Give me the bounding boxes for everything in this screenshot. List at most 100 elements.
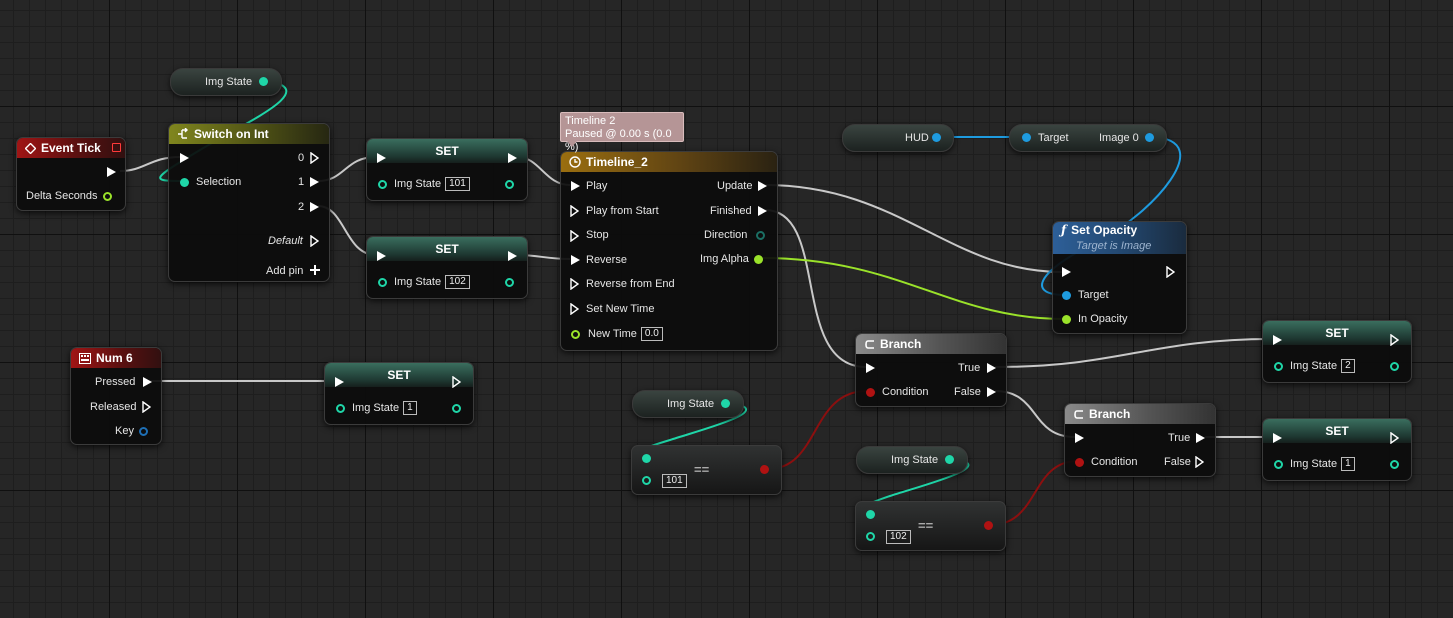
set-value-row: Img State 1 xyxy=(1290,456,1355,472)
int-output-pin[interactable] xyxy=(721,399,730,408)
exec-output-pin[interactable] xyxy=(107,167,116,177)
int-output-pin[interactable] xyxy=(452,404,461,413)
int-value-field[interactable]: 1 xyxy=(1341,457,1355,472)
timeline-node[interactable]: Timeline_2 Play Play from Start Stop Rev… xyxy=(560,151,778,351)
exec-input-pin[interactable] xyxy=(335,377,344,387)
node-title: Num 6 xyxy=(96,351,133,365)
int-input-pin[interactable] xyxy=(1274,362,1283,371)
int-output-pin[interactable] xyxy=(259,77,268,86)
exec-output-pin[interactable] xyxy=(508,251,517,261)
int-value-field[interactable]: 2 xyxy=(1341,359,1355,374)
int-output-pin[interactable] xyxy=(945,455,954,464)
object-input-pin[interactable] xyxy=(1062,291,1071,300)
set-img-state-node[interactable]: SET Img State 2 xyxy=(1262,320,1412,383)
int-value-field[interactable]: 101 xyxy=(445,177,470,192)
exec-input-pin[interactable] xyxy=(866,363,875,373)
exec-input-pin[interactable] xyxy=(1273,433,1282,443)
exec-output-pin[interactable] xyxy=(758,181,767,191)
int-output-pin[interactable] xyxy=(1390,460,1399,469)
branch-node[interactable]: Branch Condition True False xyxy=(855,333,1007,407)
int-input-pin[interactable] xyxy=(336,404,345,413)
img-state-variable-node[interactable]: Img State xyxy=(632,390,744,418)
object-output-pin[interactable] xyxy=(1145,133,1154,142)
event-tick-node[interactable]: Event Tick Delta Seconds xyxy=(16,137,126,211)
exec-output-pin[interactable] xyxy=(1195,456,1204,468)
exec-output-pin[interactable] xyxy=(1196,433,1205,443)
int-output-pin[interactable] xyxy=(1390,362,1399,371)
exec-output-pin[interactable] xyxy=(1390,334,1399,346)
int-input-pin[interactable] xyxy=(378,278,387,287)
exec-input-pin[interactable] xyxy=(1062,267,1071,277)
exec-input-pin[interactable] xyxy=(570,303,579,315)
exec-output-pin[interactable] xyxy=(508,153,517,163)
int-output-pin[interactable] xyxy=(505,278,514,287)
exec-input-pin[interactable] xyxy=(570,205,579,217)
int-input-pin-a[interactable] xyxy=(642,454,651,463)
exec-output-pin[interactable] xyxy=(758,206,767,216)
equals-operator-label: == xyxy=(918,518,934,533)
equal-int-node[interactable]: 101 == xyxy=(631,445,782,495)
int-input-pin-b[interactable] xyxy=(866,532,875,541)
exec-input-pin[interactable] xyxy=(571,181,580,191)
float-input-pin[interactable] xyxy=(571,330,580,339)
set-img-state-node[interactable]: SET Img State 101 xyxy=(366,138,528,201)
bool-output-pin[interactable] xyxy=(760,465,769,474)
exec-output-pin[interactable] xyxy=(987,363,996,373)
exec-output-pin[interactable] xyxy=(1390,432,1399,444)
exec-input-pin[interactable] xyxy=(1273,335,1282,345)
exec-output-pin[interactable] xyxy=(143,377,152,387)
exec-wire xyxy=(994,338,1274,368)
exec-input-pin[interactable] xyxy=(570,278,579,290)
exec-input-pin[interactable] xyxy=(1075,433,1084,443)
exec-output-pin[interactable] xyxy=(1166,266,1175,278)
int-output-pin[interactable] xyxy=(505,180,514,189)
img-state-variable-node[interactable]: Img State xyxy=(170,68,282,96)
int-input-pin-a[interactable] xyxy=(866,510,875,519)
exec-output-pin[interactable] xyxy=(310,235,319,247)
object-input-pin[interactable] xyxy=(1022,133,1031,142)
hud-variable-node[interactable]: HUD xyxy=(842,124,954,152)
branch-node[interactable]: Branch Condition True False xyxy=(1064,403,1216,477)
equal-int-node[interactable]: 102 == xyxy=(855,501,1006,551)
set-img-state-node[interactable]: SET Img State 102 xyxy=(366,236,528,299)
num6-key-event-node[interactable]: Num 6 Pressed Released Key xyxy=(70,347,162,445)
variable-label: Img State xyxy=(1290,458,1338,470)
int-value-field[interactable]: 102 xyxy=(445,275,470,290)
bool-input-pin[interactable] xyxy=(1075,458,1084,467)
switch-on-int-node[interactable]: Switch on Int Selection 0 1 2 Default Ad… xyxy=(168,123,330,282)
bool-input-pin[interactable] xyxy=(866,388,875,397)
exec-output-pin[interactable] xyxy=(310,202,319,212)
int-input-pin-b[interactable] xyxy=(642,476,651,485)
exec-output-pin[interactable] xyxy=(142,401,151,413)
exec-input-pin[interactable] xyxy=(377,251,386,261)
exec-input-pin[interactable] xyxy=(571,255,580,265)
float-output-pin[interactable] xyxy=(754,255,763,264)
float-output-pin[interactable] xyxy=(103,192,112,201)
new-time-value-field[interactable]: 0.0 xyxy=(640,327,663,342)
int-value-field[interactable]: 102 xyxy=(886,530,911,544)
set-opacity-node[interactable]: ƒ Set Opacity Target is Image Target In O… xyxy=(1052,221,1187,334)
int-input-pin[interactable] xyxy=(180,178,189,187)
int-value-field[interactable]: 101 xyxy=(662,474,687,488)
struct-output-pin[interactable] xyxy=(139,427,148,436)
add-pin-button[interactable]: Add pin xyxy=(266,263,303,279)
enum-output-pin[interactable] xyxy=(756,231,765,240)
img-state-variable-node[interactable]: Img State xyxy=(856,446,968,474)
exec-output-pin[interactable] xyxy=(987,387,996,397)
int-input-pin[interactable] xyxy=(1274,460,1283,469)
float-input-pin[interactable] xyxy=(1062,315,1071,324)
exec-input-pin[interactable] xyxy=(570,230,579,242)
plus-icon[interactable] xyxy=(310,265,320,275)
int-value-field[interactable]: 1 xyxy=(403,401,417,416)
image-getter-node[interactable]: Target Image 0 xyxy=(1009,124,1167,152)
exec-output-pin[interactable] xyxy=(452,376,461,388)
int-input-pin[interactable] xyxy=(378,180,387,189)
exec-output-pin[interactable] xyxy=(310,152,319,164)
object-output-pin[interactable] xyxy=(932,133,941,142)
exec-input-pin[interactable] xyxy=(377,153,386,163)
exec-input-pin[interactable] xyxy=(180,153,189,163)
set-img-state-node[interactable]: SET Img State 1 xyxy=(1262,418,1412,481)
bool-output-pin[interactable] xyxy=(984,521,993,530)
set-img-state-node[interactable]: SET Img State 1 xyxy=(324,362,474,425)
exec-output-pin[interactable] xyxy=(310,177,319,187)
